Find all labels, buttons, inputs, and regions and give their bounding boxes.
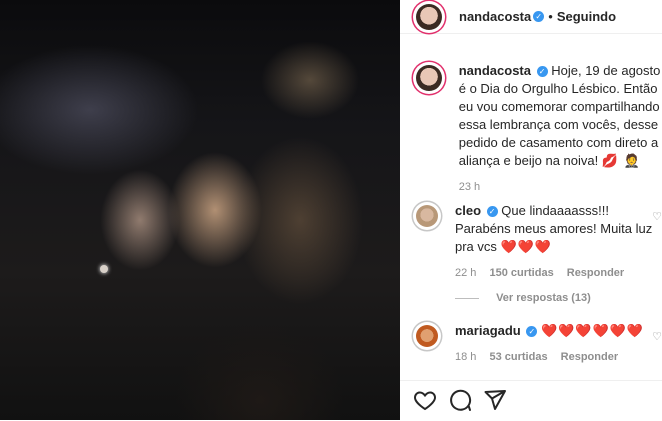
comment-hearts: ❤️❤️❤️	[500, 239, 553, 254]
commenter-avatar[interactable]	[413, 202, 441, 230]
post-header: nandacosta ✓ • Seguindo	[400, 0, 662, 34]
reply-button[interactable]: Responder	[561, 351, 618, 363]
heart-icon[interactable]	[413, 388, 437, 412]
caption-username[interactable]: nandacosta	[459, 63, 531, 78]
author-avatar[interactable]	[413, 0, 445, 33]
comment-cleo: cleo ✓ Que lindaaaasss!!! Parabéns meus …	[413, 202, 662, 282]
commenter-username[interactable]: cleo	[455, 203, 481, 218]
comment-likes[interactable]: 53 curtidas	[489, 351, 547, 363]
commenter-avatar[interactable]	[413, 322, 441, 350]
comment-mariagadu: mariagadu ✓ ❤️❤️❤️❤️❤️❤️ 18 h 53 curtida…	[413, 322, 662, 366]
separator-dot: •	[548, 9, 553, 24]
comment-likes[interactable]: 150 curtidas	[489, 267, 553, 279]
action-bar	[400, 380, 662, 421]
comment-time[interactable]: 22 h	[455, 267, 476, 279]
comment-icon[interactable]	[448, 388, 472, 412]
replies-line	[455, 297, 479, 299]
post-video[interactable]	[0, 0, 400, 420]
comment-text: Que lindaaaasss!!! Parabéns meus amores!…	[455, 203, 653, 254]
post-side-panel: nandacosta ✓ • Seguindo nandacosta ✓ Hoj…	[400, 0, 662, 420]
author-username[interactable]: nandacosta	[459, 9, 531, 24]
comment-meta: 18 h 53 curtidas Responder	[455, 348, 660, 366]
like-comment-icon[interactable]: ♡	[652, 210, 662, 223]
like-comment-icon[interactable]: ♡	[652, 330, 662, 343]
verified-icon: ✓	[486, 206, 498, 218]
view-replies[interactable]: Ver respostas (13)	[455, 292, 591, 304]
comment-meta: 22 h 150 curtidas Responder	[455, 264, 660, 282]
earring-highlight	[100, 265, 108, 273]
verified-icon: ✓	[526, 326, 538, 338]
caption-time[interactable]: 23 h	[459, 178, 662, 196]
comment-time[interactable]: 18 h	[455, 351, 476, 363]
commenter-username[interactable]: mariagadu	[455, 323, 521, 338]
follow-status[interactable]: Seguindo	[557, 9, 616, 24]
caption-avatar[interactable]	[413, 62, 445, 94]
verified-icon: ✓	[536, 66, 548, 78]
view-replies-label[interactable]: Ver respostas (13)	[496, 292, 591, 304]
caption: nandacosta ✓ Hoje, 19 de agosto é o Dia …	[413, 62, 662, 196]
caption-emoji: 💋 🤵	[601, 153, 641, 168]
verified-icon: ✓	[533, 11, 545, 22]
comment-hearts: ❤️❤️❤️❤️❤️❤️	[541, 323, 645, 338]
reply-button[interactable]: Responder	[567, 267, 624, 279]
share-icon[interactable]	[483, 388, 507, 412]
